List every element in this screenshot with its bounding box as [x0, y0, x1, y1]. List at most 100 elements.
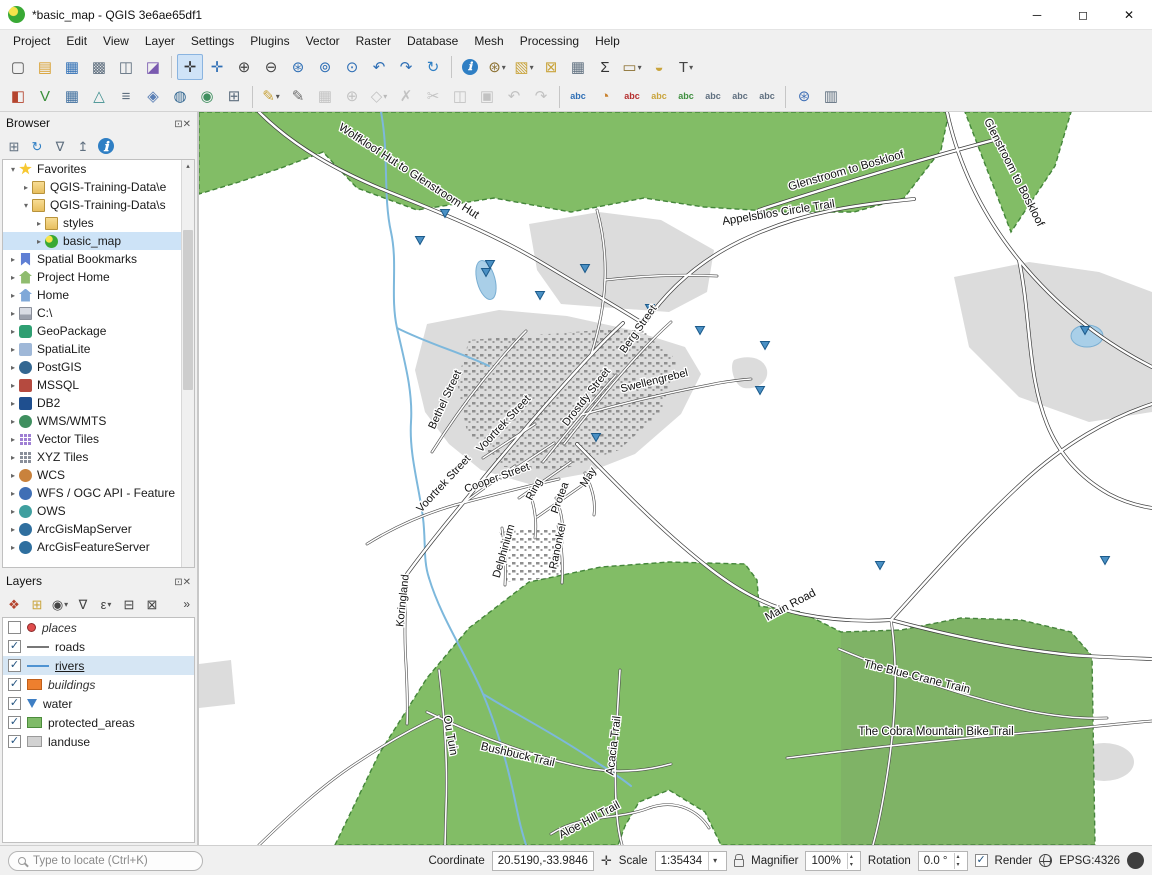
- render-checkbox[interactable]: ✓: [975, 854, 988, 867]
- browser-item-geopackage[interactable]: ▸GeoPackage: [3, 322, 194, 340]
- label-show-hide-button[interactable]: abc: [673, 84, 699, 110]
- delete-selected-button[interactable]: ✗: [393, 84, 419, 110]
- add-spatialite-layer-button[interactable]: ◈: [140, 84, 166, 110]
- menu-view[interactable]: View: [95, 32, 137, 50]
- expander-icon[interactable]: ▸: [7, 507, 19, 516]
- labeling-highlight-button[interactable]: abc: [619, 84, 645, 110]
- pan-to-selection-button[interactable]: ✛: [204, 54, 230, 80]
- expander-icon[interactable]: ▸: [7, 309, 19, 318]
- undo-button[interactable]: ↶: [501, 84, 527, 110]
- label-move-button[interactable]: abc: [700, 84, 726, 110]
- expander-icon[interactable]: ▸: [7, 471, 19, 480]
- map-canvas[interactable]: Wolfkloof Hut to Glenstroom HutGlenstroo…: [199, 112, 1152, 845]
- menu-database[interactable]: Database: [399, 32, 466, 50]
- menu-edit[interactable]: Edit: [58, 32, 95, 50]
- add-mesh-layer-button[interactable]: △: [86, 84, 112, 110]
- pan-map-button[interactable]: ✛: [177, 54, 203, 80]
- label-properties-button[interactable]: abc: [754, 84, 780, 110]
- browser-item-wms-wmts[interactable]: ▸WMS/WMTS: [3, 412, 194, 430]
- expander-icon[interactable]: ▸: [33, 237, 45, 246]
- expander-icon[interactable]: ▸: [7, 327, 19, 336]
- expander-icon[interactable]: ▸: [7, 255, 19, 264]
- browser-item-project-home[interactable]: ▸Project Home: [3, 268, 194, 286]
- redo-button[interactable]: ↷: [528, 84, 554, 110]
- browser-item-db2[interactable]: ▸DB2: [3, 394, 194, 412]
- save-project-button[interactable]: ▦: [59, 54, 85, 80]
- menu-settings[interactable]: Settings: [183, 32, 242, 50]
- identify-features-button[interactable]: ℹ: [457, 54, 483, 80]
- layer-checkbox[interactable]: ✓: [8, 716, 21, 729]
- remove-layer-button[interactable]: ⊠: [141, 593, 163, 615]
- layer-checkbox[interactable]: ✓: [8, 735, 21, 748]
- zoom-in-button[interactable]: ⊕: [231, 54, 257, 80]
- add-delimited-text-button[interactable]: ≡: [113, 84, 139, 110]
- menu-plugins[interactable]: Plugins: [242, 32, 297, 50]
- spin-up-icon[interactable]: ▴: [955, 853, 962, 861]
- layers-close-button[interactable]: ✕: [183, 577, 191, 588]
- manage-map-themes-button[interactable]: ◉▾: [49, 593, 71, 615]
- close-button[interactable]: ✕: [1106, 0, 1152, 29]
- menu-processing[interactable]: Processing: [512, 32, 587, 50]
- add-postgis-layer-button[interactable]: ◍: [167, 84, 193, 110]
- add-vector-layer-button[interactable]: V: [32, 84, 58, 110]
- browser-item-mssql[interactable]: ▸MSSQL: [3, 376, 194, 394]
- zoom-to-selection-button[interactable]: ⊚: [312, 54, 338, 80]
- measure-button[interactable]: ▭▾: [619, 54, 645, 80]
- style-manager-button[interactable]: ◪: [140, 54, 166, 80]
- expander-icon[interactable]: ▸: [7, 489, 19, 498]
- browser-filter-button[interactable]: ∇: [49, 135, 71, 157]
- spin-up-icon[interactable]: ▴: [848, 853, 855, 861]
- zoom-last-button[interactable]: ↶: [366, 54, 392, 80]
- new-print-layout-button[interactable]: ▩: [86, 54, 112, 80]
- browser-item-arcgismapserver[interactable]: ▸ArcGisMapServer: [3, 520, 194, 538]
- magnifier-spinbox[interactable]: 100% ▴ ▾: [805, 851, 860, 871]
- expander-icon[interactable]: ▸: [7, 453, 19, 462]
- scale-lock-icon[interactable]: [734, 859, 744, 867]
- menu-layer[interactable]: Layer: [137, 32, 183, 50]
- menu-vector[interactable]: Vector: [298, 32, 348, 50]
- add-wms-layer-button[interactable]: ◉: [194, 84, 220, 110]
- zoom-next-button[interactable]: ↷: [393, 54, 419, 80]
- metasearch-button[interactable]: ▥: [818, 84, 844, 110]
- expand-collapse-button[interactable]: ⊟: [118, 593, 140, 615]
- add-group-button[interactable]: ⊞: [26, 593, 48, 615]
- browser-item-spatial-bookmarks[interactable]: ▸Spatial Bookmarks: [3, 250, 194, 268]
- copy-features-button[interactable]: ◫: [447, 84, 473, 110]
- save-layer-edits-button[interactable]: ▦: [312, 84, 338, 110]
- magnifier-spin-buttons[interactable]: ▴ ▾: [847, 853, 855, 869]
- cut-features-button[interactable]: ✂: [420, 84, 446, 110]
- crs-label[interactable]: EPSG:4326: [1059, 855, 1120, 867]
- filter-by-expression-button[interactable]: ε▾: [95, 593, 117, 615]
- layer-checkbox[interactable]: ✓: [8, 640, 21, 653]
- maximize-button[interactable]: ◻: [1060, 0, 1106, 29]
- data-source-manager-button[interactable]: ◧: [5, 84, 31, 110]
- open-attribute-table-button[interactable]: ▦: [565, 54, 591, 80]
- browser-item-home[interactable]: ▸Home: [3, 286, 194, 304]
- browser-item-qgis-training-data-s[interactable]: ▾QGIS-Training-Data\s: [3, 196, 194, 214]
- expander-icon[interactable]: ▸: [7, 543, 19, 552]
- menu-project[interactable]: Project: [5, 32, 58, 50]
- menu-help[interactable]: Help: [587, 32, 628, 50]
- expander-icon[interactable]: ▸: [20, 183, 32, 192]
- layer-checkbox[interactable]: ✓: [8, 659, 21, 672]
- scroll-up-icon[interactable]: ▴: [182, 160, 194, 173]
- layer-labeling-button[interactable]: abc: [565, 84, 591, 110]
- open-layer-styling-button[interactable]: ❖: [3, 593, 25, 615]
- expander-icon[interactable]: ▸: [7, 417, 19, 426]
- text-annotation-button[interactable]: T▾: [673, 54, 699, 80]
- expander-icon[interactable]: ▸: [7, 363, 19, 372]
- browser-item-favorites[interactable]: ▾Favorites: [3, 160, 194, 178]
- browser-item-xyz-tiles[interactable]: ▸XYZ Tiles: [3, 448, 194, 466]
- browser-properties-button[interactable]: ℹ: [95, 135, 117, 157]
- refresh-map-button[interactable]: ↻: [420, 54, 446, 80]
- browser-collapse-all-button[interactable]: ↥: [72, 135, 94, 157]
- expander-icon[interactable]: ▸: [33, 219, 45, 228]
- select-features-button[interactable]: ▧▾: [511, 54, 537, 80]
- extent-toggle-button[interactable]: ✛: [601, 853, 612, 869]
- layer-item-rivers[interactable]: ✓rivers: [3, 656, 194, 675]
- browser-item-arcgisfeatureserver[interactable]: ▸ArcGisFeatureServer: [3, 538, 194, 556]
- statistics-button[interactable]: Σ: [592, 54, 618, 80]
- vertex-tool-button[interactable]: ◇▾: [366, 84, 392, 110]
- deselect-features-button[interactable]: ⊠: [538, 54, 564, 80]
- minimize-button[interactable]: ─: [1014, 0, 1060, 29]
